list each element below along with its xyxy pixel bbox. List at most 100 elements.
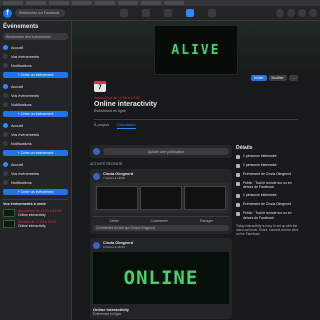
- event-description: Today interactivity is easy to set up wi…: [236, 223, 299, 236]
- account-controls: [276, 9, 317, 17]
- bell-icon: [3, 102, 8, 107]
- calendar-icon: [3, 171, 8, 176]
- video-panel: [140, 186, 182, 210]
- sidebar-item-your-events[interactable]: Vos événements: [3, 91, 68, 100]
- home-icon[interactable]: [120, 9, 128, 17]
- cover-area: ALIVE: [72, 21, 320, 79]
- sidebar-group: Accueil Vos événements Notifications + C…: [3, 82, 68, 117]
- upcoming-event-item[interactable]: Aujourd'hui de 17:00 à 19:00 Online inte…: [3, 209, 68, 217]
- top-search-input[interactable]: Rechercher sur Facebook: [15, 9, 65, 17]
- event-title: Online interactivity: [18, 213, 46, 217]
- post-card: Cinzia Olmgeord 6 février à 18:34 ONLINE…: [90, 238, 232, 319]
- sidebar-item-notifications[interactable]: Notifications: [3, 139, 68, 148]
- create-event-button[interactable]: + Créer un événement: [3, 189, 68, 195]
- browser-tab[interactable]: [118, 1, 138, 5]
- post-image[interactable]: [93, 183, 229, 213]
- post-image[interactable]: ONLINE: [93, 252, 229, 304]
- details-title: Détails: [236, 145, 253, 151]
- invite-button[interactable]: Inviter: [251, 75, 267, 81]
- sidebar-group: Accueil Vos événements Notifications + C…: [3, 121, 68, 156]
- sidebar-item-your-events[interactable]: Vos événements: [3, 169, 68, 178]
- post-time[interactable]: 7 février à 19:00: [103, 176, 133, 180]
- date-badge-day: 7: [98, 85, 102, 91]
- add-post-button[interactable]: Ajouter une publication: [103, 148, 229, 155]
- globe-icon: [236, 212, 240, 217]
- browser-tab[interactable]: [72, 1, 92, 5]
- post-time[interactable]: 6 février à 18:34: [103, 245, 133, 249]
- upcoming-event-item[interactable]: Demain de 17:00 à 19:00 Online interacti…: [3, 220, 68, 228]
- avatar[interactable]: [93, 172, 100, 180]
- video-panel: [184, 186, 226, 210]
- more-button[interactable]: …: [288, 75, 298, 81]
- home-icon: [3, 84, 8, 89]
- cover-text: ALIVE: [171, 42, 221, 58]
- home-icon: [3, 162, 8, 167]
- gaming-icon[interactable]: [208, 9, 216, 17]
- browser-tab[interactable]: [3, 1, 23, 5]
- avatar[interactable]: [93, 241, 100, 249]
- event-subtitle: Événement en ligne: [94, 109, 126, 113]
- menu-icon[interactable]: [276, 9, 284, 17]
- home-icon: [3, 45, 8, 50]
- create-event-button[interactable]: + Créer un événement: [3, 72, 68, 78]
- groups-icon[interactable]: [186, 9, 194, 17]
- sidebar-item-notifications[interactable]: Notifications: [3, 100, 68, 109]
- divider: [3, 199, 68, 200]
- detail-row: Public · Tout le monde sur ou en dehors …: [236, 211, 302, 220]
- account-icon[interactable]: [309, 9, 317, 17]
- event-thumbnail: [3, 220, 15, 228]
- people-icon: [236, 194, 240, 199]
- like-button[interactable]: J'aime: [109, 219, 119, 223]
- sidebar-item-home[interactable]: Accueil: [3, 82, 68, 91]
- people-icon: [236, 155, 240, 159]
- sidebar-title: Événements: [3, 24, 39, 30]
- browser-tab[interactable]: [141, 1, 161, 5]
- messenger-icon[interactable]: [287, 9, 295, 17]
- notifications-icon[interactable]: [298, 9, 306, 17]
- comment-button[interactable]: Commenter: [150, 219, 168, 223]
- sidebar-item-your-events[interactable]: Vos événements: [3, 52, 68, 61]
- post-composer: Ajouter une publication: [90, 145, 232, 158]
- browser-tab[interactable]: [95, 1, 115, 5]
- detail-row: 1 personne intéressée: [236, 193, 302, 199]
- sidebar-search-input[interactable]: Rechercher des événements: [3, 33, 68, 40]
- facebook-logo[interactable]: f: [3, 8, 12, 18]
- calendar-icon: [3, 54, 8, 59]
- video-icon[interactable]: [142, 9, 150, 17]
- sidebar-item-notifications[interactable]: Notifications: [3, 61, 68, 70]
- video-panel: [96, 186, 138, 210]
- create-event-button[interactable]: + Créer un événement: [3, 111, 68, 117]
- sidebar-item-home[interactable]: Accueil: [3, 43, 68, 52]
- sidebar-item-home[interactable]: Accueil: [3, 160, 68, 169]
- edit-button[interactable]: Modifier: [268, 75, 287, 81]
- browser-tab[interactable]: [26, 1, 46, 5]
- post-header: Cinzia Olmgeord 7 février à 19:00: [93, 172, 229, 180]
- browser-tab[interactable]: [49, 1, 69, 5]
- event-header: 7 Aujourd'hui de 17:00 à 19:00 Online in…: [72, 81, 320, 137]
- recent-activity-label: ACTIVITÉ RÉCENTE: [90, 162, 123, 166]
- sidebar-item-home[interactable]: Accueil: [3, 121, 68, 130]
- online-image-text: ONLINE: [123, 267, 199, 289]
- marketplace-icon[interactable]: [164, 9, 172, 17]
- event-date-line: Aujourd'hui de 17:00 à 19:00: [94, 96, 140, 100]
- home-icon: [3, 123, 8, 128]
- globe-icon: [236, 182, 240, 186]
- create-event-button[interactable]: + Créer un événement: [3, 150, 68, 156]
- sidebar-group: Accueil Vos événements Notifications + C…: [3, 160, 68, 195]
- upcoming-events-heading: Vos événements à venir: [3, 202, 46, 206]
- comment-input[interactable]: Commentez en tant que Cinzia Olmgeord: [93, 225, 229, 231]
- post-header: Cinzia Olmgeord 6 février à 18:34: [93, 241, 229, 249]
- event-tabs: À propos Discussion: [94, 119, 298, 129]
- cover-photo[interactable]: ALIVE: [154, 25, 238, 75]
- share-button[interactable]: Partager: [200, 219, 213, 223]
- detail-row: 1 personne intéressée: [236, 154, 302, 159]
- tab-about[interactable]: À propos: [94, 123, 109, 129]
- browser-tab[interactable]: [164, 1, 184, 5]
- sidebar-item-notifications[interactable]: Notifications: [3, 178, 68, 187]
- sidebar-item-your-events[interactable]: Vos événements: [3, 130, 68, 139]
- events-sidebar: Événements Rechercher des événements Acc…: [0, 21, 72, 320]
- event-title: Online interactivity: [18, 224, 46, 228]
- sidebar-group: Accueil Vos événements Notifications + C…: [3, 43, 68, 78]
- detail-row: Public · Tout le monde sur ou en dehors …: [236, 181, 302, 189]
- tab-discussion[interactable]: Discussion: [117, 123, 136, 129]
